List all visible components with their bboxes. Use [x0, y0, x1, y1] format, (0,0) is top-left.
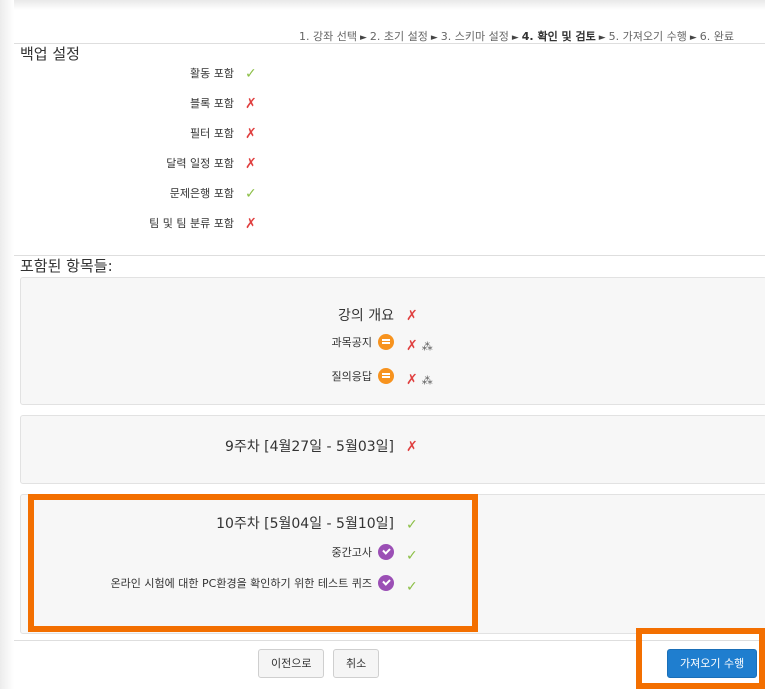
user-data-warning-icon: ⁂ — [421, 374, 433, 387]
crumb-separator-icon: ► — [511, 33, 519, 43]
crumb-step-4-current: 4. 확인 및 검토 — [521, 30, 596, 43]
section-divider — [14, 255, 765, 256]
excluded-cross-icon: ✗ — [245, 156, 257, 172]
section-status: ✗ — [406, 436, 418, 455]
setting-row-filters: 필터 포함 ✗ — [14, 119, 274, 149]
section-name: 9주차 [4월27일 - 5월03일] — [225, 439, 394, 455]
forum-icon — [378, 334, 394, 350]
setting-row-question-bank: 문제은행 포함 ✓ — [14, 179, 274, 209]
cancel-button[interactable]: 취소 — [333, 649, 380, 678]
crumb-separator-icon: ► — [359, 33, 367, 43]
module-row: 질의응답 — [332, 368, 394, 385]
module-name: 과목공지 — [331, 336, 372, 349]
excluded-cross-icon: ✗ — [406, 308, 418, 324]
setting-label: 필터 포함 — [190, 127, 234, 140]
crumb-separator-icon: ► — [598, 33, 606, 43]
module-row: 과목공지 — [332, 334, 394, 351]
crumb-separator-icon: ► — [430, 33, 438, 43]
section-box-course-overview: 강의 개요 ✗ 과목공지 ✗ ⁂ 질의응답 ✗ ⁂ — [20, 277, 765, 405]
previous-button[interactable]: 이전으로 — [258, 649, 325, 678]
included-items-heading: 포함된 항목들: — [20, 257, 113, 275]
excluded-cross-icon: ✗ — [245, 216, 257, 232]
included-check-icon: ✓ — [245, 186, 257, 202]
setting-label: 활동 포함 — [190, 67, 234, 80]
setting-row-activities: 활동 포함 ✓ — [14, 59, 274, 89]
crumb-step-5: 5. 가져오기 수행 — [608, 30, 687, 43]
highlight-week-10-annotation — [28, 494, 478, 632]
setting-label: 달력 일정 포함 — [166, 157, 234, 170]
setting-row-calendar-events: 달력 일정 포함 ✗ — [14, 149, 274, 179]
crumb-step-6: 6. 완료 — [699, 30, 734, 43]
crumb-separator-icon: ► — [689, 33, 697, 43]
module-name: 질의응답 — [331, 370, 372, 383]
section-divider — [14, 43, 765, 44]
module-status: ✗ ⁂ — [406, 369, 433, 388]
window-top-shadow — [0, 0, 765, 10]
forum-icon — [378, 368, 394, 384]
window-left-shadow — [0, 0, 14, 689]
section-name: 강의 개요 — [338, 308, 394, 324]
section-status: ✗ — [406, 305, 418, 324]
excluded-cross-icon: ✗ — [406, 338, 418, 354]
setting-label: 문제은행 포함 — [169, 187, 234, 200]
crumb-step-3: 3. 스키마 설정 — [440, 30, 509, 43]
included-check-icon: ✓ — [245, 66, 257, 82]
import-progress-breadcrumb: 1. 강좌 선택 ► 2. 초기 설정 ► 3. 스키마 설정 ► 4. 확인 및 검토 ► 5… — [14, 28, 734, 44]
excluded-cross-icon: ✗ — [245, 96, 257, 112]
setting-row-groups: 팀 및 팀 분류 포함 ✗ — [14, 209, 274, 239]
excluded-cross-icon: ✗ — [245, 126, 257, 142]
module-status: ✗ ⁂ — [406, 335, 433, 354]
setting-row-blocks: 블록 포함 ✗ — [14, 89, 274, 119]
setting-label: 팀 및 팀 분류 포함 — [149, 217, 234, 230]
user-data-warning-icon: ⁂ — [421, 340, 433, 353]
setting-label: 블록 포함 — [190, 97, 234, 110]
excluded-cross-icon: ✗ — [406, 439, 418, 455]
highlight-import-button-annotation — [636, 628, 765, 689]
excluded-cross-icon: ✗ — [406, 372, 418, 388]
section-box-week-9: 9주차 [4월27일 - 5월03일] ✗ — [20, 415, 765, 484]
crumb-step-1: 1. 강좌 선택 — [298, 30, 357, 43]
crumb-step-2: 2. 초기 설정 — [369, 30, 428, 43]
